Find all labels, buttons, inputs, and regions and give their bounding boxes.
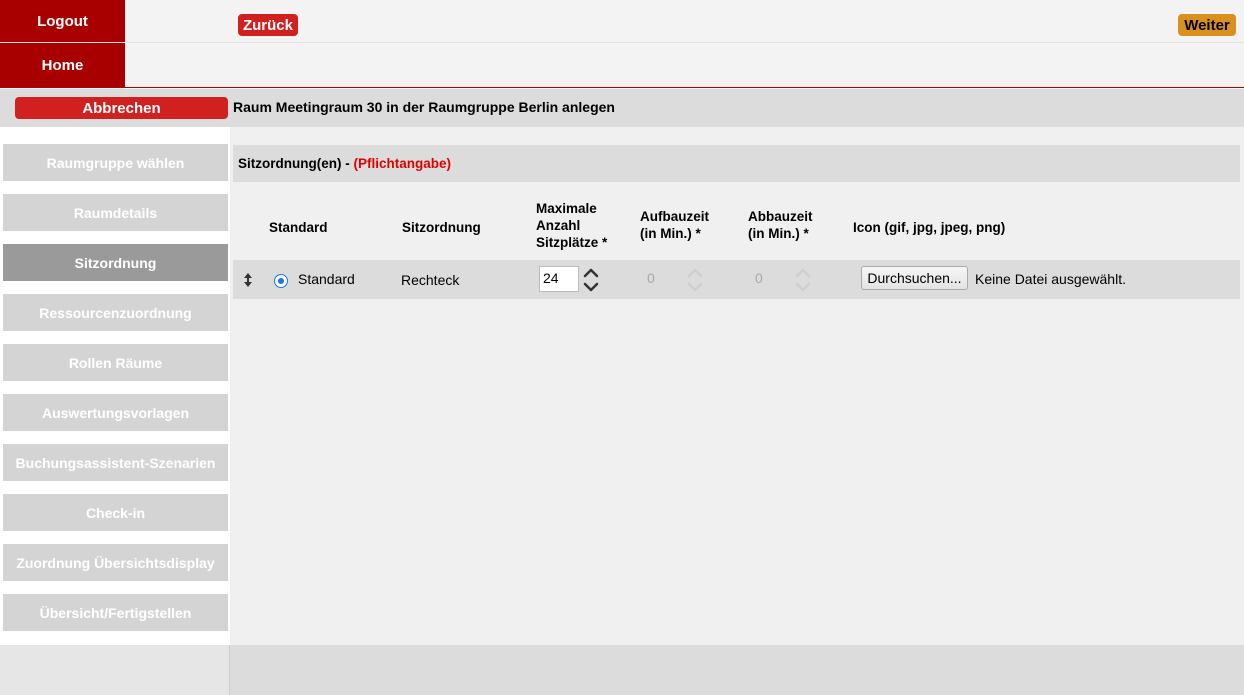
step-rollen-raeume[interactable]: Rollen Räume xyxy=(3,344,228,381)
aufbauzeit-spinner-icon xyxy=(687,268,703,292)
col-header-max-seats-line2: Anzahl xyxy=(536,218,581,233)
step-auswertungsvorlagen[interactable]: Auswertungsvorlagen xyxy=(3,394,228,431)
top-nav-logout-row: Logout xyxy=(0,0,1244,43)
footer-left-panel xyxy=(0,645,230,695)
next-button[interactable]: Weiter xyxy=(1178,14,1236,36)
abbauzeit-value: 0 xyxy=(755,270,763,286)
standard-radio[interactable] xyxy=(274,274,288,288)
wizard-steps: Raumgruppe wählen Raumdetails Sitzordnun… xyxy=(0,127,230,645)
col-header-aufbauzeit: Aufbauzeit (in Min.) * xyxy=(640,208,709,242)
drag-handle-icon[interactable] xyxy=(243,272,253,288)
step-uebersicht-fertigstellen[interactable]: Übersicht/Fertigstellen xyxy=(3,594,228,631)
required-label: (Pflichtangabe) xyxy=(353,156,451,171)
file-status: Keine Datei ausgewählt. xyxy=(975,271,1126,287)
col-header-standard: Standard xyxy=(269,220,328,235)
back-button[interactable]: Zurück xyxy=(238,14,298,36)
col-header-abbauzeit: Abbauzeit (in Min.) * xyxy=(748,208,813,242)
home-button[interactable]: Home xyxy=(0,43,125,87)
max-seats-value[interactable]: 24 xyxy=(539,266,579,292)
step-buchungsassistent-szenarien[interactable]: Buchungsassistent-Szenarien xyxy=(3,444,228,481)
col-header-abbauzeit-line2: (in Min.) * xyxy=(748,226,809,241)
col-header-sitzordnung: Sitzordnung xyxy=(402,220,481,235)
main-content: Sitzordnung(en) - (Pflichtangabe) xyxy=(230,127,1244,645)
step-raumdetails[interactable]: Raumdetails xyxy=(3,194,228,231)
max-seats-input[interactable]: 24 xyxy=(539,266,599,292)
wizard-header: Abbrechen Raum Meetingraum 30 in der Rau… xyxy=(0,89,1244,127)
section-header: Sitzordnung(en) - (Pflichtangabe) xyxy=(233,145,1240,182)
col-header-aufbauzeit-line1: Aufbauzeit xyxy=(640,209,709,224)
sitzordnung-value: Rechteck xyxy=(401,272,460,288)
abbauzeit-spinner-icon xyxy=(795,268,811,292)
step-zuordnung-uebersichtsdisplay[interactable]: Zuordnung Übersichtsdisplay xyxy=(3,544,228,581)
col-header-max-seats: Maximale Anzahl Sitzplätze * xyxy=(536,200,607,251)
standard-radio-label: Standard xyxy=(298,271,355,287)
cancel-button[interactable]: Abbrechen xyxy=(15,97,228,119)
step-ressourcenzuordnung[interactable]: Ressourcenzuordnung xyxy=(3,294,228,331)
abbauzeit-input: 0 xyxy=(751,266,811,292)
step-raumgruppe-waehlen[interactable]: Raumgruppe wählen xyxy=(3,144,228,181)
top-nav-home-row: Home xyxy=(0,43,1244,88)
logout-button[interactable]: Logout xyxy=(0,0,125,42)
page-title: Raum Meetingraum 30 in der Raumgruppe Be… xyxy=(233,99,615,115)
step-sitzordnung[interactable]: Sitzordnung xyxy=(3,244,228,281)
file-browse-button[interactable]: Durchsuchen... xyxy=(861,266,968,290)
aufbauzeit-value: 0 xyxy=(647,270,655,286)
footer-bar xyxy=(0,645,1244,695)
max-seats-spinner-icon[interactable] xyxy=(580,266,602,294)
col-header-max-seats-line3: Sitzplätze * xyxy=(536,235,608,250)
col-header-abbauzeit-line1: Abbauzeit xyxy=(748,209,813,224)
step-check-in[interactable]: Check-in xyxy=(3,494,228,531)
section-title-text: Sitzordnung(en) - xyxy=(238,156,354,171)
aufbauzeit-input: 0 xyxy=(643,266,703,292)
col-header-max-seats-line1: Maximale xyxy=(536,201,597,216)
section-title: Sitzordnung(en) - (Pflichtangabe) xyxy=(238,156,451,171)
col-header-aufbauzeit-line2: (in Min.) * xyxy=(640,226,701,241)
col-header-icon: Icon (gif, jpg, jpeg, png) xyxy=(853,220,1006,235)
